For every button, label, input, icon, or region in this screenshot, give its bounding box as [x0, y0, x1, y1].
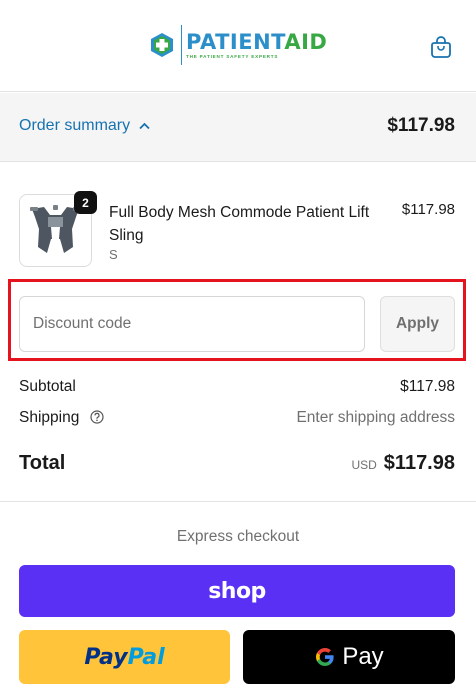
logo-divider — [181, 25, 182, 65]
order-summary-label: Order summary — [19, 117, 131, 134]
brand-name: PATIENTAID — [186, 31, 327, 53]
shop-pay-button[interactable]: shop — [19, 565, 455, 617]
google-pay-button[interactable]: Pay — [243, 630, 455, 684]
order-summary-bar: Order summary $117.98 — [0, 93, 476, 162]
brand-name-part2: AID — [284, 30, 328, 54]
line-item: 2 Full Body Mesh Commode Patient Lift Sl… — [19, 191, 455, 270]
shipping-row: Shipping Enter shipping address — [19, 409, 455, 427]
store-logo[interactable]: PATIENTAID THE PATIENT SAFETY EXPERTS — [149, 22, 327, 68]
quantity-badge: 2 — [74, 191, 97, 214]
medical-cross-logo-icon — [151, 33, 173, 57]
logo-text: PATIENTAID THE PATIENT SAFETY EXPERTS — [186, 31, 327, 59]
total-row: Total USD $117.98 — [19, 452, 455, 475]
paypal-button[interactable]: PayPal — [19, 630, 230, 684]
paypal-logo: PayPal — [84, 645, 164, 670]
shop-pay-logo: shop — [208, 578, 266, 604]
subtotal-label: Subtotal — [19, 378, 76, 395]
product-price: $117.98 — [401, 201, 455, 218]
section-divider — [0, 501, 476, 502]
apply-discount-button[interactable]: Apply — [380, 296, 455, 352]
help-circle-icon[interactable] — [90, 410, 104, 424]
shipping-label: Shipping — [19, 409, 80, 426]
subtotal-row: Subtotal $117.98 — [19, 378, 455, 396]
paypal-logo-part1: Pay — [84, 644, 128, 670]
google-g-icon — [316, 648, 334, 666]
subtotal-value: $117.98 — [400, 378, 455, 395]
currency-code: USD — [351, 458, 377, 472]
express-checkout-heading: Express checkout — [176, 528, 300, 545]
discount-code-input[interactable] — [19, 296, 365, 352]
order-summary-total: $117.98 — [387, 115, 455, 136]
brand-name-part1: PATIENT — [186, 30, 285, 54]
chevron-up-icon — [139, 122, 150, 130]
total-value-group: USD $117.98 — [351, 452, 455, 475]
product-name: Full Body Mesh Commode Patient Lift Slin… — [109, 204, 370, 244]
google-pay-label: Pay — [342, 643, 384, 670]
header: PATIENTAID THE PATIENT SAFETY EXPERTS — [0, 0, 476, 92]
paypal-logo-part2: Pal — [127, 644, 165, 670]
brand-tagline: THE PATIENT SAFETY EXPERTS — [186, 54, 279, 59]
product-variant: S — [109, 247, 118, 262]
shopping-bag-icon[interactable] — [428, 34, 454, 60]
total-amount: $117.98 — [383, 452, 455, 474]
order-summary-toggle[interactable]: Order summary — [19, 117, 150, 135]
shipping-value: Enter shipping address — [296, 409, 455, 426]
total-label: Total — [19, 452, 66, 474]
